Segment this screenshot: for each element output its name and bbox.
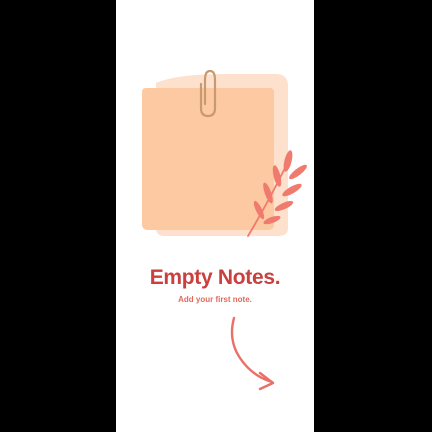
empty-state-title: Empty Notes. xyxy=(149,266,281,289)
notes-screen: Empty Notes. Add your first note. xyxy=(116,0,314,432)
empty-notes-illustration xyxy=(142,69,307,237)
empty-state-subtitle: Add your first note. xyxy=(178,295,252,304)
curved-arrow-icon xyxy=(230,316,275,391)
app-viewport: Empty Notes. Add your first note. xyxy=(0,0,432,432)
